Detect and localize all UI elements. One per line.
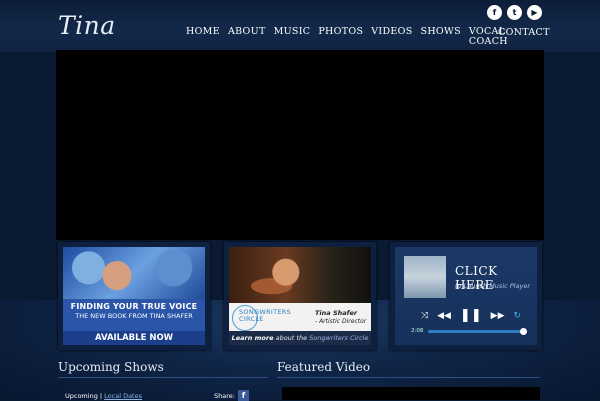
songwriters-card: SONGWRITERS CIRCLE Tina Shafer - Artisti… <box>229 303 371 331</box>
music-player-tile[interactable]: CLICK HERE to Launch Music Player ⤨ ◀◀ ❚… <box>390 242 542 350</box>
nav-home[interactable]: Home <box>186 27 220 47</box>
learn-bold: Learn more <box>231 334 274 342</box>
nav-videos[interactable]: Videos <box>371 27 412 47</box>
shows-tabs: Upcoming | Local Dates <box>65 392 142 400</box>
book-title: FINDING YOUR TRUE VOICE <box>70 302 198 311</box>
director-name: Tina Shafer <box>315 309 358 317</box>
nav-shows[interactable]: Shows <box>421 27 461 47</box>
progress-track[interactable] <box>428 330 522 333</box>
nav-music[interactable]: Music <box>274 27 311 47</box>
artist-photo <box>229 247 371 303</box>
book-promo-tile[interactable]: FINDING YOUR TRUE VOICE THE NEW BOOK FRO… <box>58 242 210 350</box>
twitter-icon[interactable]: t <box>507 5 522 20</box>
player-panel: CLICK HERE to Launch Music Player ⤨ ◀◀ ❚… <box>395 247 537 345</box>
learn-link-text: Songwriters Circle <box>309 334 369 342</box>
book-banner: FINDING YOUR TRUE VOICE THE NEW BOOK FRO… <box>63 299 205 331</box>
nav-about[interactable]: About <box>228 27 266 47</box>
nav-photos[interactable]: Photos <box>318 27 363 47</box>
repeat-icon[interactable]: ↻ <box>513 311 521 321</box>
main-nav: Home About Music Photos Videos Shows Voc… <box>186 27 511 47</box>
nav-contact[interactable]: Contact <box>498 27 550 38</box>
featured-divider <box>277 377 540 378</box>
songwriters-logo-text: SONGWRITERS CIRCLE <box>239 309 291 323</box>
learn-more-link[interactable]: Learn more about the Songwriters Circle <box>229 331 371 345</box>
facebook-icon[interactable]: f <box>487 5 502 20</box>
share-control: Share: f <box>214 390 249 401</box>
shuffle-icon[interactable]: ⤨ <box>421 311 428 321</box>
book-subtitle: THE NEW BOOK FROM TINA SHAFER <box>75 312 193 320</box>
pause-icon[interactable]: ❚❚ <box>460 308 482 323</box>
progress-handle[interactable] <box>520 328 527 335</box>
launch-text: to Launch Music Player <box>455 282 530 290</box>
upcoming-divider <box>58 377 268 378</box>
book-available: AVAILABLE NOW <box>63 331 205 345</box>
player-controls: ⤨ ◀◀ ❚❚ ▶▶ ↻ <box>421 308 521 323</box>
site-logo[interactable]: Tina Shafer <box>58 6 168 80</box>
book-cover-image <box>63 247 205 299</box>
learn-text: about the <box>273 334 310 342</box>
facebook-share-icon[interactable]: f <box>237 390 249 401</box>
previous-icon[interactable]: ◀◀ <box>437 311 451 321</box>
tab-local-dates[interactable]: Local Dates <box>104 392 142 400</box>
songwriters-circle-tile[interactable]: SONGWRITERS CIRCLE Tina Shafer - Artisti… <box>224 242 376 350</box>
youtube-icon[interactable]: ▶ <box>527 5 542 20</box>
upcoming-shows-title: Upcoming Shows <box>58 360 164 374</box>
featured-video-title: Featured Video <box>277 360 371 374</box>
director-role: - Artistic Director <box>315 318 367 325</box>
launch-link[interactable]: Music Player <box>489 282 530 290</box>
logo-line2: CIRCLE <box>239 315 264 323</box>
featured-video-player[interactable] <box>282 387 540 400</box>
elapsed-time: 2:08 <box>411 328 424 334</box>
launch-prefix: to Launch <box>455 282 490 290</box>
album-art <box>404 256 446 298</box>
hero-video[interactable] <box>56 50 544 240</box>
social-links: f t ▶ <box>487 5 542 20</box>
tab-upcoming[interactable]: Upcoming <box>65 392 98 400</box>
next-icon[interactable]: ▶▶ <box>491 311 505 321</box>
share-label: Share: <box>214 391 235 400</box>
